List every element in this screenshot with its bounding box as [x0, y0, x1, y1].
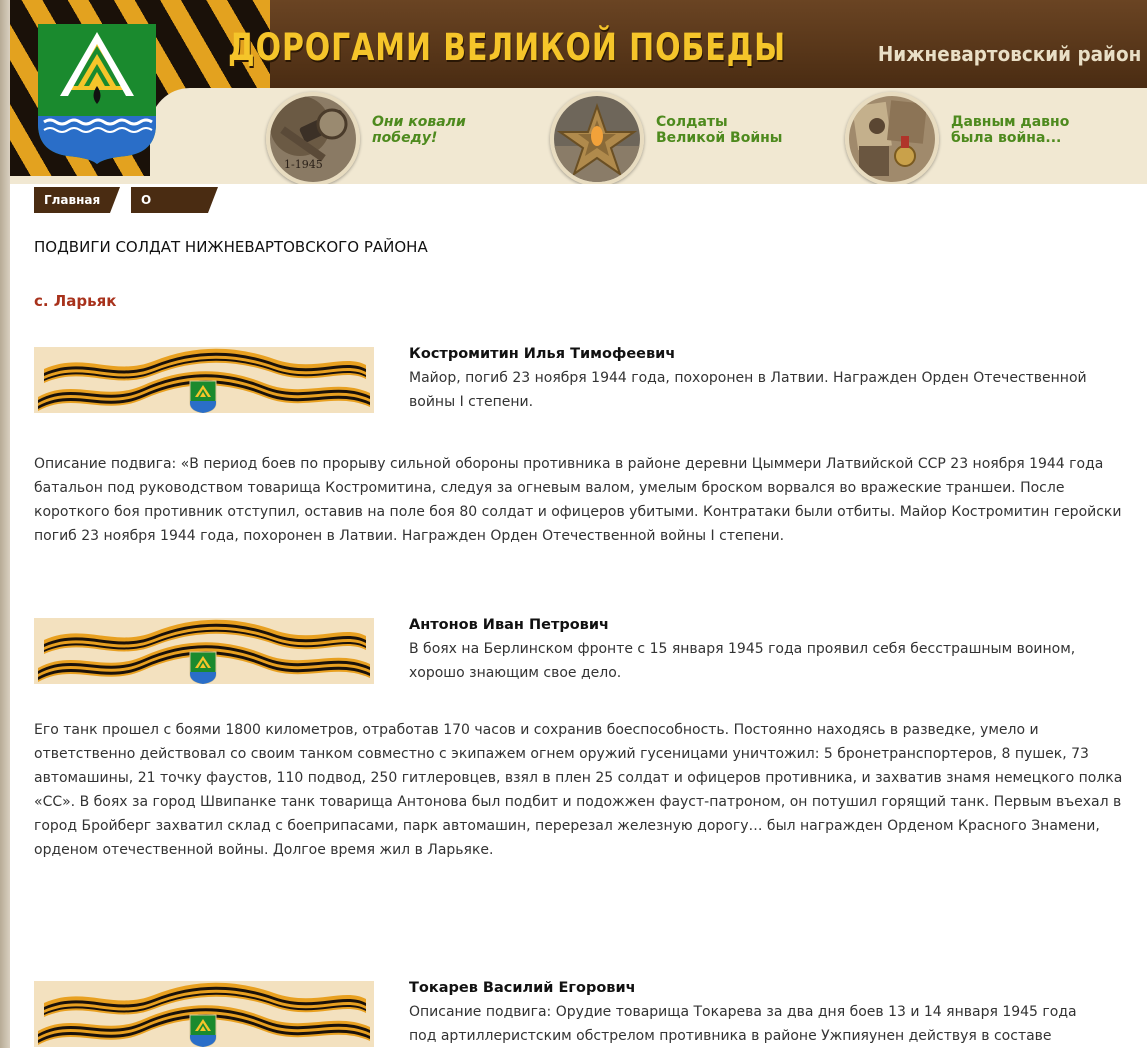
soldier-description: Описание подвига: «В период боев по прор… — [34, 456, 1122, 544]
village-heading[interactable]: с. Ларьяк — [34, 292, 116, 310]
st-george-ribbon-banner — [34, 347, 374, 413]
soldier-summary: Майор, погиб 23 ноября 1944 года, похоро… — [409, 370, 1087, 410]
star-monument-icon — [550, 92, 644, 184]
soldier-name: Костромитин Илья Тимофеевич — [409, 346, 676, 362]
page: ДОРОГАМИ ВЕЛИКОЙ ПОБЕДЫ Нижневартовский … — [0, 0, 1147, 1048]
tab-home[interactable]: Главная — [34, 187, 121, 213]
st-george-ribbon-banner — [34, 618, 374, 684]
soldier-summary: Описание подвига: Орудие товарища Токаре… — [409, 1004, 1077, 1044]
soldier-name: Антонов Иван Петрович — [409, 617, 609, 633]
region-name: Нижневартовский район — [877, 42, 1141, 66]
nav-label-forged-victory: Они ковали победу! — [372, 114, 466, 146]
soldier-description: Его танк прошел с боями 1800 километров,… — [34, 722, 1123, 858]
site-header: ДОРОГАМИ ВЕЛИКОЙ ПОБЕДЫ Нижневартовский … — [10, 0, 1147, 184]
page-left-border — [0, 0, 10, 1048]
thumb-year-text: 1-1945 — [284, 158, 323, 171]
site-title[interactable]: ДОРОГАМИ ВЕЛИКОЙ ПОБЕДЫ — [228, 26, 786, 69]
nav-label-long-ago: Давным давно была война... — [951, 114, 1070, 146]
nav-label-soldiers: Солдаты Великой Войны — [656, 114, 783, 146]
tab-about[interactable]: О проекте — [131, 187, 217, 233]
medals-photo-icon — [845, 92, 939, 184]
soldier-summary: В боях на Берлинском фронте с 15 января … — [409, 641, 1076, 681]
st-george-ribbon-banner — [34, 981, 374, 1047]
soldier-name: Токарев Василий Егорович — [409, 980, 636, 996]
page-title: ПОДВИГИ СОЛДАТ НИЖНЕВАРТОВСКОГО РАЙОНА — [34, 238, 428, 256]
district-emblem-icon[interactable] — [38, 24, 156, 164]
hammer-photo-icon: 1-1945 — [266, 92, 360, 184]
